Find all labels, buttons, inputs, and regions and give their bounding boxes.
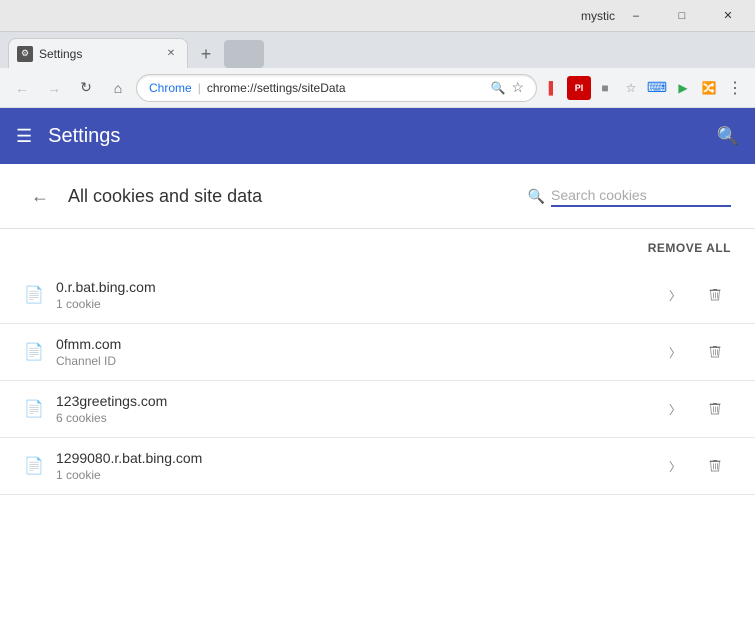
forward-button[interactable]: → [40,74,68,102]
tab-extra-area [224,40,264,68]
toolbar-icon-2[interactable]: ■ [593,76,617,100]
toolbar-icon-3[interactable]: ☆ [619,76,643,100]
cookie-info: 0.r.bat.bing.com 1 cookie [56,279,651,311]
toolbar-icons: ▌ PI ■ ☆ ⌨ ▶ 🔀 ⋮ [541,76,747,100]
search-area: 🔍 [528,185,731,207]
url-bar[interactable]: Chrome | chrome://settings/siteData 🔍 ☆ [136,74,537,102]
toolbar-icon-1[interactable]: PI [567,76,591,100]
trash-icon [707,287,723,303]
file-icon: 📄 [24,399,44,419]
cookie-info: 123greetings.com 6 cookies [56,393,651,425]
settings-tab-label: Settings [39,47,82,61]
table-row[interactable]: 📄 0.r.bat.bing.com 1 cookie 〉 [0,267,755,324]
chrome-label: Chrome [149,81,192,95]
toolbar-icon-4[interactable]: ⌨ [645,76,669,100]
address-bar: ← → ↻ ⌂ Chrome | chrome://settings/siteD… [0,68,755,108]
delete-cookie-button[interactable] [699,279,731,311]
tab-bar: ⚙ Settings ✕ + [0,32,755,68]
maximize-button[interactable]: □ [659,0,705,32]
remove-all-button[interactable]: REMOVE ALL [648,241,731,255]
window-controls: – □ ✕ [613,0,751,32]
trash-icon [707,344,723,360]
tab-close-button[interactable]: ✕ [163,46,179,62]
trash-icon [707,401,723,417]
table-row[interactable]: 📄 0fmm.com Channel ID 〉 [0,324,755,381]
cookie-sub: 1 cookie [56,297,651,311]
bookmark-icon[interactable]: ☆ [511,79,524,96]
cookie-domain: 0.r.bat.bing.com [56,279,651,295]
toolbar-icon-7[interactable]: ⋮ [723,76,747,100]
expand-icon: 〉 [663,454,687,478]
cookies-header: ← All cookies and site data 🔍 [0,164,755,229]
table-row[interactable]: 📄 123greetings.com 6 cookies 〉 [0,381,755,438]
cookie-sub: 1 cookie [56,468,651,482]
new-tab-button[interactable]: + [192,40,220,68]
delete-cookie-button[interactable] [699,393,731,425]
url-divider: | [198,81,201,95]
file-icon: 📄 [24,342,44,362]
title-bar: mystic – □ ✕ [0,0,755,32]
toolbar-icon-6[interactable]: 🔀 [697,76,721,100]
expand-icon: 〉 [663,340,687,364]
remove-all-row: REMOVE ALL [0,229,755,267]
file-icon: 📄 [24,456,44,476]
close-button[interactable]: ✕ [705,0,751,32]
delete-cookie-button[interactable] [699,336,731,368]
url-text: chrome://settings/siteData [207,81,485,95]
settings-search-icon[interactable]: 🔍 [717,126,739,147]
expand-icon: 〉 [663,397,687,421]
cookie-info: 0fmm.com Channel ID [56,336,651,368]
toolbar-icon-5[interactable]: ▶ [671,76,695,100]
main-content: ← All cookies and site data 🔍 REMOVE ALL… [0,164,755,629]
settings-header: ☰ Settings 🔍 [0,108,755,164]
table-row[interactable]: 📄 1299080.r.bat.bing.com 1 cookie 〉 [0,438,755,495]
search-cookies-input[interactable] [551,185,731,207]
cookie-list: 📄 0.r.bat.bing.com 1 cookie 〉 📄 0fmm.com… [0,267,755,495]
url-search-icon: 🔍 [490,81,505,95]
minimize-button[interactable]: – [613,0,659,32]
file-icon: 📄 [24,285,44,305]
hamburger-menu-icon[interactable]: ☰ [16,126,32,147]
back-arrow-icon: ← [31,186,49,207]
settings-header-title: Settings [48,125,700,148]
cookie-sub: 6 cookies [56,411,651,425]
cookie-domain: 1299080.r.bat.bing.com [56,450,651,466]
settings-tab[interactable]: ⚙ Settings ✕ [8,38,188,68]
expand-icon: 〉 [663,283,687,307]
cookies-back-button[interactable]: ← [24,180,56,212]
cookie-sub: Channel ID [56,354,651,368]
reload-button[interactable]: ↻ [72,74,100,102]
back-button[interactable]: ← [8,74,36,102]
username: mystic [581,9,615,23]
cookie-domain: 0fmm.com [56,336,651,352]
cookie-domain: 123greetings.com [56,393,651,409]
settings-tab-icon: ⚙ [17,46,33,62]
pocket-icon[interactable]: ▌ [541,76,565,100]
home-button[interactable]: ⌂ [104,74,132,102]
cookie-info: 1299080.r.bat.bing.com 1 cookie [56,450,651,482]
trash-icon [707,458,723,474]
delete-cookie-button[interactable] [699,450,731,482]
search-cookies-icon: 🔍 [528,188,545,205]
page-title: All cookies and site data [68,186,262,207]
